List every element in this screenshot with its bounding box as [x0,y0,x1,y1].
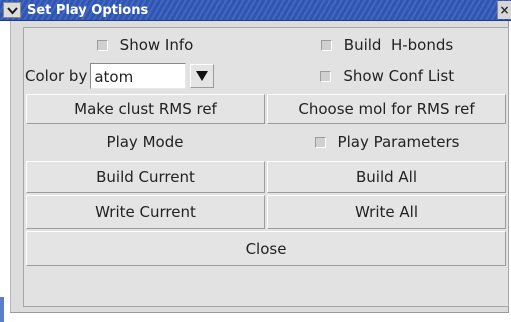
chevron-down-icon[interactable] [3,2,21,18]
play-parameters-label: Play Parameters [337,133,460,151]
build-hbonds-checkbox[interactable]: Build H-bonds [320,36,454,54]
color-by-label: Color by [25,67,88,85]
play-parameters-check-box[interactable] [314,136,326,148]
write-current-button[interactable]: Write Current [26,195,265,229]
build-hbonds-label: Build H-bonds [343,36,454,54]
dialog-body: Show Info Build H-bonds Color by atom Sh… [10,21,509,313]
show-info-check-box[interactable] [96,39,108,51]
color-by-control: Color by atom [25,63,215,89]
dropdown-arrow-icon[interactable] [190,64,215,88]
build-current-button[interactable]: Build Current [26,161,265,193]
row-build: Build Current Build All [24,161,508,193]
show-info-label: Show Info [119,36,194,54]
options-panel: Show Info Build H-bonds Color by atom Sh… [23,27,509,307]
row-close: Close [24,231,508,266]
close-icon[interactable]: × [497,1,511,19]
title-bar[interactable]: Set Play Options × [0,0,511,21]
show-conf-list-check-box[interactable] [320,70,332,82]
show-info-checkbox[interactable]: Show Info [96,36,194,54]
build-hbonds-check-box[interactable] [320,39,332,51]
close-button[interactable]: Close [26,231,506,266]
row-show-info: Show Info Build H-bonds [24,30,508,60]
row-play-mode: Play Mode Play Parameters [24,125,508,159]
play-parameters-checkbox[interactable]: Play Parameters [314,133,460,151]
show-conf-list-checkbox[interactable]: Show Conf List [320,67,454,85]
left-margin [0,21,10,322]
build-all-button[interactable]: Build All [267,161,506,193]
bottom-margin [0,313,511,322]
row-rms-ref: Make clust RMS ref Choose mol for RMS re… [24,94,508,124]
play-mode-label: Play Mode [106,133,184,151]
window-title: Set Play Options [27,3,149,18]
write-all-button[interactable]: Write All [267,195,506,229]
screen: Set Play Options × Show Info Build H-bon… [0,0,511,322]
make-clust-rms-ref-button[interactable]: Make clust RMS ref [26,94,265,124]
show-conf-list-label: Show Conf List [343,67,455,85]
background-window-edge [0,297,4,322]
row-color-by: Color by atom Show Conf List [24,60,508,92]
row-write: Write Current Write All [24,195,508,229]
color-by-select[interactable]: atom [90,63,187,89]
choose-mol-rms-ref-button[interactable]: Choose mol for RMS ref [267,94,506,124]
